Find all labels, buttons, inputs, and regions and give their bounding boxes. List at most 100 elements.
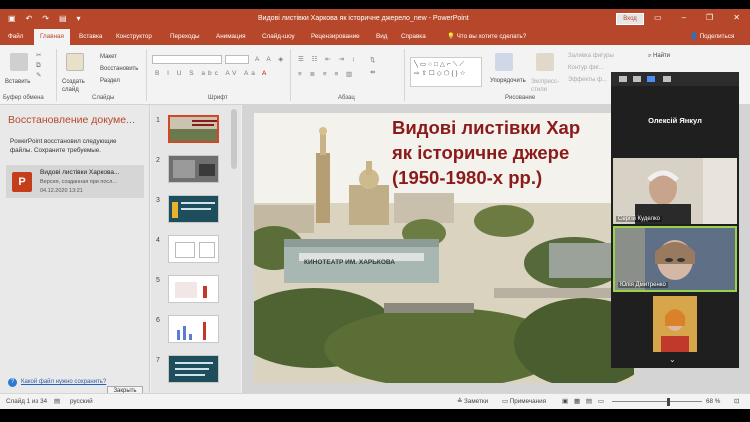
shape-outline-button[interactable]: Контур фиг... [568, 65, 604, 71]
slide-thumbnail[interactable] [168, 235, 219, 263]
thumbnail-row[interactable]: 7 [151, 355, 241, 385]
thumbnail-row[interactable]: 4 [151, 235, 241, 265]
customize-icon[interactable]: ▾ [77, 14, 81, 23]
save-icon[interactable]: ▣ [8, 14, 16, 23]
zoom-level[interactable]: 68 % [706, 398, 720, 405]
recovery-heading: Восстановление докуме... [8, 114, 135, 126]
tab-insert[interactable]: Вставка [79, 29, 102, 45]
slide-thumbnail[interactable] [168, 355, 219, 383]
present-icon[interactable]: ▤ [59, 14, 67, 23]
separator [146, 49, 147, 101]
slide-number: 2 [156, 157, 160, 164]
tab-home[interactable]: Главная [34, 29, 70, 45]
slide-thumbnail[interactable] [168, 195, 219, 223]
find-button[interactable]: ⌕ Найти [648, 53, 670, 60]
notes-button[interactable]: ≙ Заметки [457, 398, 488, 405]
current-slide[interactable]: КИНОТЕАТР ИМ. ХАРЬКОВА Видові листівки Х… [254, 113, 634, 383]
thumb-line [181, 208, 211, 210]
thumb-image [170, 129, 217, 141]
speaker-view-icon[interactable] [647, 76, 655, 82]
tab-design[interactable]: Конструктор [116, 29, 152, 45]
tell-me-search[interactable]: 💡 Что вы хотите сделать? [447, 29, 526, 45]
thumbnail-row[interactable]: 5 [151, 275, 241, 305]
participant-video[interactable] [653, 296, 697, 352]
thumbnails-scrollbar[interactable] [231, 109, 237, 169]
undo-icon[interactable]: ↶ [26, 14, 33, 23]
tab-review[interactable]: Рецензирование [311, 29, 360, 45]
thumb-title-line [192, 120, 217, 122]
quick-styles-icon[interactable] [536, 53, 554, 71]
title-line-3: (1950-1980-х рр.) [392, 167, 543, 188]
thumb-title-line [192, 124, 214, 126]
cut-copy-icons[interactable]: ✂ ⧉ ✎ [36, 51, 50, 81]
section-button[interactable]: Раздел [100, 78, 120, 84]
shapes-gallery[interactable]: ╲▭○□△⌐⟍⟋ ⇨⇧☐◇⬠{}☆ [410, 57, 482, 87]
zoom-slider-handle[interactable] [667, 398, 670, 406]
align-icons[interactable]: ≡ ≣ ≡ ≡ ▥ [298, 70, 355, 78]
new-slide-icon[interactable] [66, 53, 84, 71]
cinema-sign: КИНОТЕАТР ИМ. ХАРЬКОВА [304, 259, 395, 266]
new-slide-label[interactable]: Создать слайд [62, 78, 86, 94]
ribbon-display-icon[interactable]: ▭ [654, 13, 662, 22]
tab-transitions[interactable]: Переходы [170, 29, 200, 45]
spellcheck-icon[interactable]: ▤ [54, 398, 60, 405]
fit-slide-icon[interactable]: ⊡ [734, 398, 739, 405]
recovered-file-item[interactable]: P Видові листівки Харкова... Версия, соз… [6, 165, 144, 198]
participant-video[interactable]: Сергій Куделко [613, 158, 737, 224]
minimize-video-icon[interactable] [633, 76, 641, 82]
text-direction-icons[interactable]: ⇅ ⇹ [370, 55, 390, 79]
thumb-bar [203, 322, 206, 340]
thumbnail-row[interactable]: 1 [151, 115, 241, 145]
comments-button[interactable]: ▭ Примечания [502, 398, 546, 405]
close-icon[interactable]: ✕ [733, 13, 740, 22]
slide-number: 4 [156, 237, 160, 244]
paste-label[interactable]: Вставить [5, 79, 30, 85]
which-file-link[interactable]: Какой файл нужно сохранить? [21, 379, 106, 385]
shape-fill-button[interactable]: Заливка фигуры [568, 53, 614, 59]
arrange-icon[interactable] [495, 53, 513, 71]
tab-slideshow[interactable]: Слайд-шоу [262, 29, 295, 45]
hide-video-icon[interactable] [619, 76, 627, 82]
reset-button[interactable]: Восстановить [100, 66, 138, 72]
document-title: Видові листівки Харкова як історичне дже… [258, 15, 469, 22]
slide-thumbnail[interactable] [168, 275, 219, 303]
participant-video-active[interactable]: Юлія Дмитренко [613, 226, 737, 292]
thumbnail-row[interactable]: 3 [151, 195, 241, 225]
signin-button[interactable]: Вход [616, 13, 644, 25]
slide-number: 3 [156, 197, 160, 204]
thumb-bar [189, 334, 192, 340]
redo-icon[interactable]: ↷ [42, 14, 49, 23]
separator [56, 49, 57, 101]
font-color-icon[interactable]: A [262, 70, 269, 77]
font-format-icons[interactable]: B I U S abc AV Aa [155, 70, 258, 77]
gallery-view-icon[interactable] [663, 76, 671, 82]
slide-thumbnails-pane: 1 2 3 4 5 6 7 [151, 105, 241, 393]
layout-button[interactable]: Макет [100, 54, 117, 60]
tab-view[interactable]: Вид [376, 29, 387, 45]
tab-file[interactable]: Файл [8, 29, 23, 45]
slide-thumbnail[interactable] [168, 155, 219, 183]
font-name-field[interactable] [152, 55, 222, 64]
share-button[interactable]: 👤 Поделиться [690, 29, 734, 45]
slide-title[interactable]: Видові листівки Хар як історичне джере (… [392, 115, 634, 190]
slide-thumbnail[interactable] [168, 315, 219, 343]
tab-animations[interactable]: Анимация [216, 29, 246, 45]
zoom-slider[interactable] [612, 401, 702, 402]
minimize-icon[interactable]: – [682, 13, 686, 22]
slide-thumbnail[interactable] [168, 115, 219, 143]
view-buttons[interactable]: ▣▦▤▭ [562, 398, 610, 405]
shape-effects-button[interactable]: Эффекты ф... [568, 77, 607, 83]
thumbnail-row[interactable]: 6 [151, 315, 241, 345]
font-size-icons[interactable]: A A ◈ [255, 55, 286, 63]
language-indicator[interactable]: русский [70, 398, 93, 405]
list-icons[interactable]: ☰ ☷ ⇤ ⇥ ↕ [298, 55, 358, 63]
tell-me-label: Что вы хотите сделать? [456, 33, 527, 40]
chevron-down-icon[interactable]: ⌄ [669, 355, 676, 364]
font-size-field[interactable] [225, 55, 249, 64]
arrange-label[interactable]: Упорядочить [490, 78, 526, 84]
thumbnail-row[interactable]: 2 [151, 155, 241, 185]
paste-icon[interactable] [10, 53, 28, 71]
restore-icon[interactable]: ❐ [706, 13, 713, 22]
quick-styles-label[interactable]: Экспресс-стили [531, 78, 561, 94]
tab-help[interactable]: Справка [401, 29, 426, 45]
